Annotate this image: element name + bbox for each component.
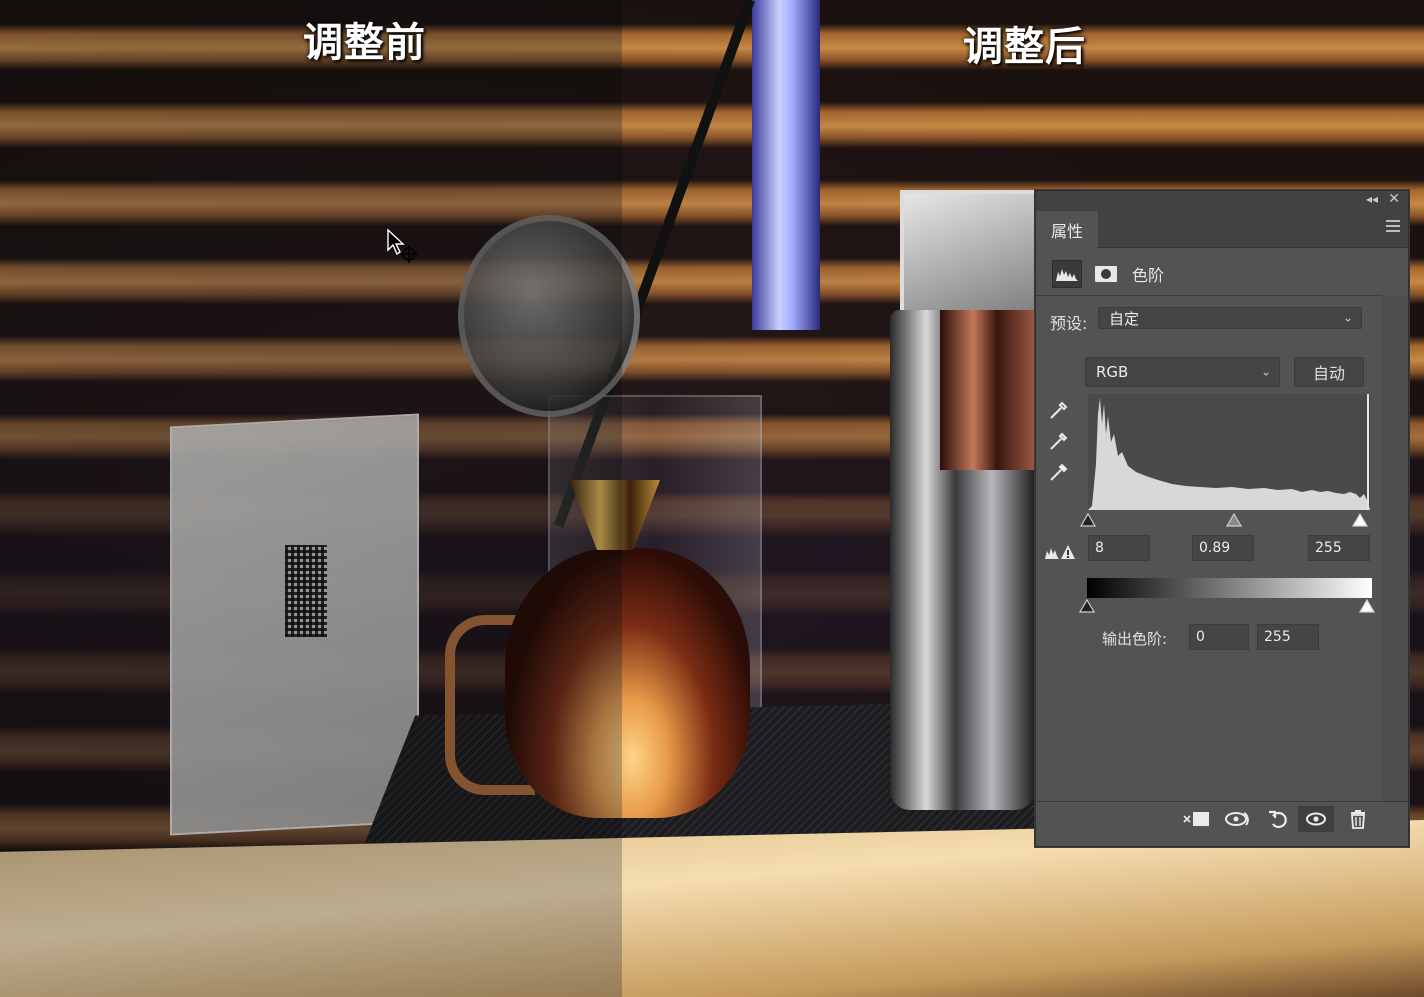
output-levels-slider[interactable] <box>1078 598 1376 613</box>
caption-after: 调整后 <box>963 24 1086 70</box>
panel-bottom-toolbar <box>1036 801 1408 836</box>
output-white-field[interactable]: 255 <box>1257 624 1319 650</box>
panel-scroll-area[interactable] <box>1382 295 1408 802</box>
caption-before: 调整前 <box>303 20 426 66</box>
properties-panel: ◂◂ ✕ 属性 色阶 预设: 自定 ⌄ RGB ⌄ 自动 8 0.89 255 … <box>1035 190 1409 847</box>
input-black-field[interactable]: 8 <box>1088 535 1150 561</box>
chevron-down-icon: ⌄ <box>1342 310 1353 325</box>
chevron-down-icon: ⌄ <box>1260 364 1271 379</box>
output-levels-label: 输出色阶: <box>1102 630 1168 648</box>
close-icon[interactable]: ✕ <box>1388 191 1400 207</box>
panel-menu-icon[interactable] <box>1386 220 1400 235</box>
input-gamma-field[interactable]: 0.89 <box>1192 535 1254 561</box>
auto-button[interactable]: 自动 <box>1294 357 1364 387</box>
preset-value: 自定 <box>1109 309 1140 328</box>
output-gradient-bar <box>1087 578 1372 598</box>
input-levels-slider[interactable] <box>1079 512 1372 527</box>
clipping-warning-icon[interactable] <box>1044 543 1076 565</box>
double-chevron-left-icon[interactable]: ◂◂ <box>1366 192 1378 206</box>
tab-properties[interactable]: 属性 <box>1036 211 1098 248</box>
photo-before-half <box>0 0 622 997</box>
layer-mask-icon[interactable] <box>1092 261 1120 287</box>
channel-value: RGB <box>1096 363 1129 381</box>
gray-point-eyedropper-icon[interactable] <box>1048 430 1070 452</box>
adjustment-header: 色阶 <box>1052 259 1164 289</box>
output-black-field[interactable]: 0 <box>1189 624 1249 650</box>
adjustment-title: 色阶 <box>1132 266 1165 285</box>
black-point-eyedropper-icon[interactable] <box>1048 399 1070 421</box>
qr-code <box>285 545 327 637</box>
levels-histogram <box>1088 394 1370 510</box>
levels-histogram-icon[interactable] <box>1052 260 1082 288</box>
trash-icon[interactable] <box>1340 806 1376 832</box>
channel-dropdown[interactable]: RGB ⌄ <box>1085 357 1280 387</box>
preset-dropdown[interactable]: 自定 ⌄ <box>1098 307 1362 329</box>
input-white-field[interactable]: 255 <box>1308 535 1370 561</box>
eye-icon[interactable] <box>1298 806 1334 832</box>
white-point-eyedropper-icon[interactable] <box>1048 461 1070 483</box>
view-previous-state-icon[interactable] <box>1220 806 1256 832</box>
preset-label: 预设: <box>1050 314 1088 333</box>
clip-to-layer-icon[interactable] <box>1178 806 1214 832</box>
move-cursor-icon <box>386 228 422 270</box>
reset-icon[interactable] <box>1260 806 1296 832</box>
panel-tabbar: 属性 <box>1036 211 1408 248</box>
panel-titlebar[interactable]: ◂◂ ✕ <box>1036 191 1408 211</box>
